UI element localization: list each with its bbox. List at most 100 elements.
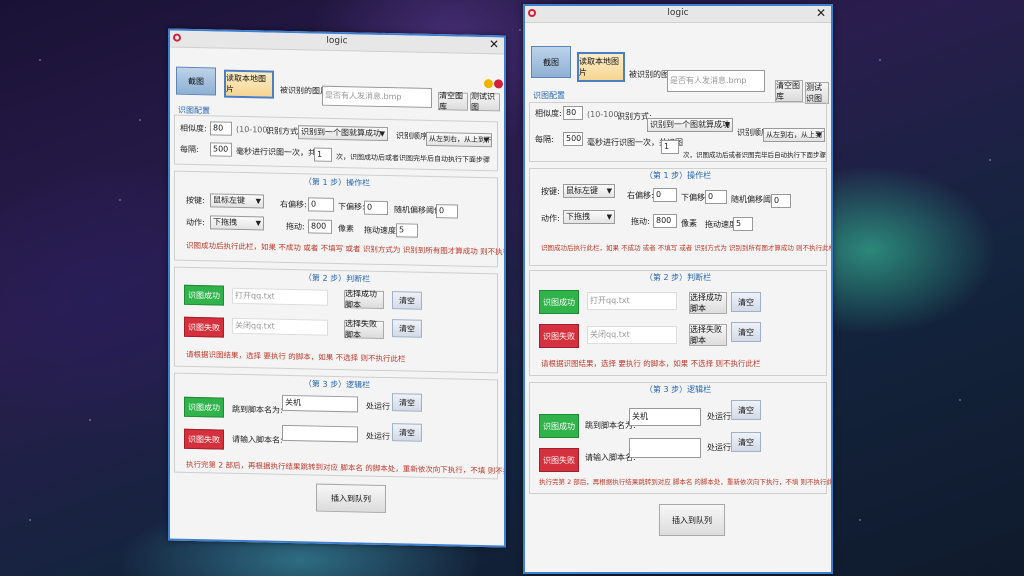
- random-offset-input[interactable]: 0: [771, 194, 791, 208]
- order-select[interactable]: 从左到右，从上到下 ▼: [426, 131, 492, 148]
- count-description: 次，识图成功后或者识图完毕后自动执行下面步骤: [683, 151, 826, 159]
- right-offset-input[interactable]: 0: [653, 188, 677, 202]
- method-select[interactable]: 识别到一个图就算成功 ▼: [647, 118, 733, 132]
- recognized-image-input[interactable]: 是否有人发消息.bmp: [667, 70, 765, 92]
- step2-fail-button[interactable]: 识图失败: [184, 316, 224, 338]
- step3-success-button[interactable]: 识图成功: [184, 396, 224, 418]
- step3-fail-button[interactable]: 识图失败: [539, 448, 579, 472]
- window-title: logic: [667, 8, 689, 18]
- minimize-icon[interactable]: [484, 79, 493, 89]
- random-offset-input[interactable]: 0: [436, 204, 458, 219]
- run-at-label-2: 处运行: [366, 431, 390, 442]
- step3-title: （第 3 步）逻辑栏: [644, 385, 712, 394]
- clear-library-button[interactable]: 清空图库: [438, 91, 468, 111]
- clear-success-button[interactable]: 清空: [392, 291, 422, 310]
- input-script-label: 请输入脚本名:: [232, 434, 283, 445]
- close-icon[interactable]: ✕: [816, 6, 826, 21]
- step2-fail-button[interactable]: 识图失败: [539, 324, 579, 348]
- read-local-image-button[interactable]: 读取本地图片: [577, 52, 625, 82]
- run-at-label: 处运行: [707, 412, 731, 421]
- success-script-input[interactable]: 打开qq.txt: [587, 292, 677, 310]
- drag-input[interactable]: 800: [653, 214, 677, 228]
- clear-input-button[interactable]: 清空: [731, 432, 761, 452]
- order-select[interactable]: 从左到右，从上到下 ▼: [763, 128, 825, 142]
- insert-queue-button[interactable]: 插入到队列: [316, 483, 386, 514]
- logic-window-front[interactable]: logic ✕ 截图 读取本地图片 被识别的图片: 是否有人发消息.bmp 清空…: [523, 4, 833, 574]
- read-local-image-button[interactable]: 读取本地图片: [224, 69, 274, 99]
- title-bar[interactable]: logic ✕: [525, 6, 831, 23]
- drag-label: 拖动:: [286, 221, 305, 232]
- chevron-down-icon: ▼: [255, 219, 261, 228]
- screenshot-button[interactable]: 截图: [176, 66, 216, 96]
- drag-speed-input[interactable]: 5: [733, 217, 753, 231]
- choose-success-script-button[interactable]: 选择成功脚本: [689, 292, 727, 314]
- count-input[interactable]: 1: [661, 140, 679, 154]
- fail-script-input[interactable]: 关闭qq.txt: [232, 317, 328, 336]
- choose-fail-script-button[interactable]: 选择失败脚本: [344, 319, 384, 340]
- pixel-unit-label: 像素: [338, 224, 354, 234]
- drag-speed-input[interactable]: 5: [396, 223, 418, 238]
- success-script-input[interactable]: 打开qq.txt: [232, 287, 328, 306]
- interval-input[interactable]: 500: [210, 142, 232, 157]
- step2-note: 请根据识图结果，选择 要执行 的脚本，如果 不选择 则不执行此栏: [541, 359, 761, 368]
- interval-input[interactable]: 500: [563, 132, 583, 146]
- clear-library-button[interactable]: 清空图库: [775, 80, 803, 102]
- config-section-title: 识图配置: [533, 91, 565, 100]
- clear-jump-button[interactable]: 清空: [392, 393, 422, 412]
- key-label: 按键:: [186, 195, 205, 206]
- insert-queue-button[interactable]: 插入到队列: [659, 504, 725, 536]
- choose-success-script-button[interactable]: 选择成功脚本: [344, 289, 384, 310]
- down-offset-label: 下偏移:: [338, 202, 365, 212]
- step2-success-button[interactable]: 识图成功: [539, 290, 579, 314]
- drag-label: 拖动:: [631, 217, 650, 226]
- clear-success-button[interactable]: 清空: [731, 292, 761, 312]
- right-offset-input[interactable]: 0: [308, 197, 334, 212]
- recognized-image-input[interactable]: 是否有人发消息.bmp: [322, 85, 432, 108]
- similarity-label: 相似度:: [180, 123, 207, 134]
- clear-fail-button[interactable]: 清空: [392, 319, 422, 338]
- choose-fail-script-button[interactable]: 选择失败脚本: [689, 324, 727, 346]
- run-at-label: 处运行: [366, 401, 390, 412]
- key-select[interactable]: 鼠标左键 ▼: [210, 193, 264, 209]
- fail-script-input[interactable]: 关闭qq.txt: [587, 326, 677, 344]
- chevron-down-icon: ▼: [606, 213, 612, 221]
- jump-script-input[interactable]: 关机: [282, 394, 358, 413]
- down-offset-label: 下偏移:: [681, 193, 708, 202]
- similarity-label: 相似度:: [535, 109, 562, 118]
- chevron-down-icon: ▼: [724, 121, 730, 129]
- clear-fail-button[interactable]: 清空: [731, 322, 761, 342]
- clear-input-button[interactable]: 清空: [392, 423, 422, 442]
- logic-window-back[interactable]: logic ✕ 截图 读取本地图片 被识别的图片: 是否有人发消息.bmp 清空…: [168, 28, 506, 548]
- step2-success-button[interactable]: 识图成功: [184, 284, 224, 306]
- similarity-input[interactable]: 80: [563, 106, 583, 120]
- key-select[interactable]: 鼠标左键 ▼: [563, 184, 615, 198]
- test-recognize-button[interactable]: 测试识图: [805, 82, 829, 104]
- clear-jump-button[interactable]: 清空: [731, 400, 761, 420]
- method-select[interactable]: 识别到一个图就算成功 ▼: [298, 125, 388, 142]
- close-circle-icon[interactable]: [494, 79, 503, 89]
- down-offset-input[interactable]: 0: [705, 190, 727, 204]
- screenshot-button[interactable]: 截图: [531, 46, 571, 78]
- action-select[interactable]: 下拖拽 ▼: [563, 210, 615, 224]
- down-offset-input[interactable]: 0: [364, 200, 388, 216]
- title-bar[interactable]: logic ✕: [170, 30, 504, 55]
- similarity-input[interactable]: 80: [210, 121, 232, 136]
- jump-script-input[interactable]: 关机: [629, 408, 701, 426]
- right-offset-label: 右偏移:: [627, 191, 654, 200]
- test-recognize-button[interactable]: 测试识图: [470, 92, 500, 112]
- right-offset-label: 右偏移:: [280, 199, 307, 210]
- input-script-field[interactable]: [282, 424, 358, 443]
- step3-fail-button[interactable]: 识图失败: [184, 428, 224, 450]
- action-label: 动作:: [541, 214, 560, 223]
- input-script-field[interactable]: [629, 438, 701, 458]
- step3-success-button[interactable]: 识图成功: [539, 414, 579, 438]
- window-title: logic: [326, 35, 348, 47]
- action-select[interactable]: 下拖拽 ▼: [210, 215, 264, 231]
- count-input[interactable]: 1: [314, 147, 332, 162]
- chevron-down-icon: ▼: [816, 131, 822, 139]
- run-at-label-2: 处运行: [707, 443, 731, 452]
- close-icon[interactable]: ✕: [489, 37, 499, 52]
- step1-note: 识图成功后执行此栏，如果 不成功 或者 不填写 或者 识别方式为 识别到所有图才…: [541, 244, 833, 252]
- drag-input[interactable]: 800: [308, 219, 332, 234]
- drag-speed-label: 拖动速度:: [364, 225, 399, 236]
